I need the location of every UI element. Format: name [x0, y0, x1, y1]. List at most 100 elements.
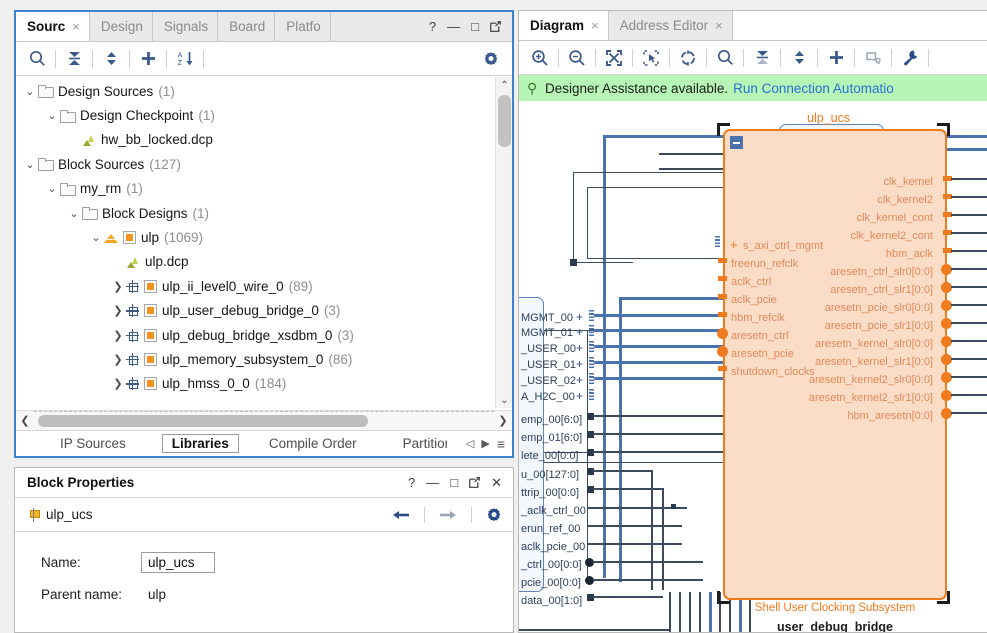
- tab-sources-close-icon[interactable]: ×: [72, 19, 80, 34]
- settings-gear-icon[interactable]: [486, 507, 502, 523]
- wire-comb-3: [689, 592, 692, 632]
- sort-az-icon[interactable]: AZ: [172, 46, 198, 72]
- sources-vertical-scrollbar[interactable]: ⌃ ⌄: [495, 77, 512, 408]
- tab-signals[interactable]: Signals: [153, 12, 219, 41]
- collapse-all-icon[interactable]: [749, 45, 775, 71]
- tab-diagram[interactable]: Diagram ×: [519, 11, 609, 40]
- name-input[interactable]: ulp_ucs: [141, 551, 215, 573]
- nav-separator: [471, 506, 472, 523]
- expand-user-02-icon[interactable]: +: [576, 374, 583, 386]
- chevron-right-icon[interactable]: ❯: [110, 329, 126, 342]
- validate-wrench-icon[interactable]: [897, 45, 923, 71]
- bottom-tab-libraries[interactable]: Libraries: [161, 434, 239, 453]
- tree-item[interactable]: ❯ ulp_ii_level0_wire_0 (89): [16, 274, 494, 298]
- tree-item[interactable]: ⌄ Design Checkpoint (1): [16, 103, 494, 127]
- tree-item[interactable]: ❯ ulp_user_debug_bridge_0 (3): [16, 299, 494, 323]
- back-arrow-icon[interactable]: [392, 509, 410, 521]
- scroll-left-icon[interactable]: ❮: [16, 414, 34, 427]
- help-button[interactable]: ?: [408, 476, 415, 489]
- chevron-down-icon[interactable]: ⌄: [44, 109, 60, 122]
- scroll-right-icon[interactable]: ❯: [494, 414, 512, 427]
- search-icon[interactable]: [24, 46, 50, 72]
- wire-sig-4: [593, 488, 663, 491]
- scroll-down-icon[interactable]: ⌄: [496, 392, 512, 408]
- hscroll-thumb[interactable]: [38, 414, 368, 427]
- block-design-canvas[interactable]: + S_AXI aclk aresetn M_AXI + AXI Verific…: [519, 102, 987, 632]
- chevron-right-icon[interactable]: ❯: [110, 280, 126, 293]
- sources-tabbar: Sourc × Design Signals Board Platfo ? — …: [16, 12, 512, 42]
- chevron-down-icon[interactable]: ⌄: [22, 85, 38, 98]
- help-button[interactable]: ?: [429, 20, 436, 33]
- expand-h2c-00-icon[interactable]: +: [576, 390, 583, 402]
- tree-item[interactable]: ⌄ Block Designs (1): [16, 201, 494, 225]
- tree-rows-container: ⌄ Design Sources (1) ⌄ Design Checkpoint (1) h…: [16, 79, 494, 396]
- tab-address-editor-close-icon[interactable]: ×: [715, 18, 723, 33]
- chevron-right-icon[interactable]: ❯: [110, 377, 126, 390]
- chevron-right-icon[interactable]: ❯: [110, 353, 126, 366]
- add-module-icon[interactable]: [860, 45, 886, 71]
- forward-arrow-icon[interactable]: [439, 509, 457, 521]
- tab-design[interactable]: Design: [90, 12, 153, 41]
- expand-mgmt-00-icon[interactable]: +: [576, 311, 583, 323]
- maximize-button[interactable]: □: [450, 476, 458, 489]
- expand-mgmt-01-icon[interactable]: +: [576, 326, 583, 338]
- tabs-next-icon[interactable]: ▶: [481, 437, 489, 450]
- tree-item[interactable]: ⌄ ulp (1069): [16, 225, 494, 249]
- tabs-prev-icon[interactable]: ◁: [466, 437, 474, 450]
- expand-user-01-icon[interactable]: +: [576, 358, 583, 370]
- chevron-down-icon[interactable]: ⌄: [66, 207, 82, 220]
- bottom-tab-partition[interactable]: Partition: [393, 434, 447, 453]
- tab-address-editor[interactable]: Address Editor ×: [609, 11, 733, 40]
- zoom-out-icon[interactable]: [564, 45, 590, 71]
- minimize-button[interactable]: —: [426, 476, 439, 489]
- tree-item[interactable]: ⌄ Design Sources (1): [16, 79, 494, 103]
- expand-all-icon[interactable]: [786, 45, 812, 71]
- designer-assistance-bar: ⚲ Designer Assistance available. Run Con…: [519, 75, 987, 101]
- tree-item[interactable]: ulp.dcp: [16, 250, 494, 274]
- tree-item[interactable]: ⌄ Block Sources (127): [16, 152, 494, 176]
- search-icon[interactable]: [712, 45, 738, 71]
- refresh-layout-icon[interactable]: [675, 45, 701, 71]
- scroll-up-icon[interactable]: ⌃: [496, 77, 512, 93]
- float-button[interactable]: [469, 477, 480, 488]
- tree-item-label: Design Checkpoint: [80, 108, 194, 124]
- chevron-right-icon[interactable]: ❯: [110, 304, 126, 317]
- expand-all-icon[interactable]: [98, 46, 124, 72]
- zoom-area-icon[interactable]: [638, 45, 664, 71]
- scroll-thumb[interactable]: [498, 95, 511, 147]
- tree-item[interactable]: ❯ ulp_memory_subsystem_0 (86): [16, 347, 494, 371]
- chevron-down-icon[interactable]: ⌄: [22, 158, 38, 171]
- chevron-down-icon[interactable]: ⌄: [44, 182, 60, 195]
- port-sig-6-label: erun_ref_00: [521, 523, 581, 535]
- bottom-tab-ip-sources[interactable]: IP Sources: [50, 434, 136, 453]
- fit-to-screen-icon[interactable]: [601, 45, 627, 71]
- sources-horizontal-scrollbar[interactable]: ❮ ❯: [16, 410, 512, 431]
- tree-item[interactable]: ❯ ulp_hmss_0_0 (184): [16, 372, 494, 396]
- close-button[interactable]: ✕: [491, 476, 502, 489]
- float-button[interactable]: [490, 21, 501, 32]
- maximize-button[interactable]: □: [471, 20, 479, 33]
- tree-item[interactable]: ❯ ulp_debug_bridge_xsdbm_0 (3): [16, 323, 494, 347]
- expand-user-00-icon[interactable]: +: [576, 342, 583, 354]
- minimize-button[interactable]: —: [447, 20, 460, 33]
- run-connection-automation-link[interactable]: Run Connection Automatio: [733, 81, 894, 96]
- zoom-in-icon[interactable]: [527, 45, 553, 71]
- ulp-ucs-collapse-icon[interactable]: [730, 136, 743, 149]
- sources-tree[interactable]: ⌄ Design Sources (1) ⌄ Design Checkpoint (1) h…: [16, 77, 512, 408]
- hscroll-track[interactable]: [34, 410, 494, 431]
- expand-s-axi-ctrl-mgmt-icon[interactable]: +: [730, 238, 738, 251]
- settings-gear-icon[interactable]: [478, 46, 504, 72]
- collapse-all-icon[interactable]: [61, 46, 87, 72]
- tree-item-label: ulp.dcp: [145, 254, 189, 270]
- tree-item[interactable]: ⌄ my_rm (1): [16, 177, 494, 201]
- tab-diagram-close-icon[interactable]: ×: [591, 18, 599, 33]
- tabs-menu-icon[interactable]: ≡: [497, 436, 505, 452]
- add-ip-icon[interactable]: [823, 45, 849, 71]
- tab-board[interactable]: Board: [218, 12, 276, 41]
- chevron-down-icon[interactable]: ⌄: [88, 231, 104, 244]
- tree-item[interactable]: hw_bb_locked.dcp: [16, 128, 494, 152]
- tab-platform[interactable]: Platfo: [275, 12, 331, 41]
- add-sources-icon[interactable]: [135, 46, 161, 72]
- bottom-tab-compile-order[interactable]: Compile Order: [259, 434, 367, 453]
- tab-sources[interactable]: Sourc ×: [16, 12, 90, 41]
